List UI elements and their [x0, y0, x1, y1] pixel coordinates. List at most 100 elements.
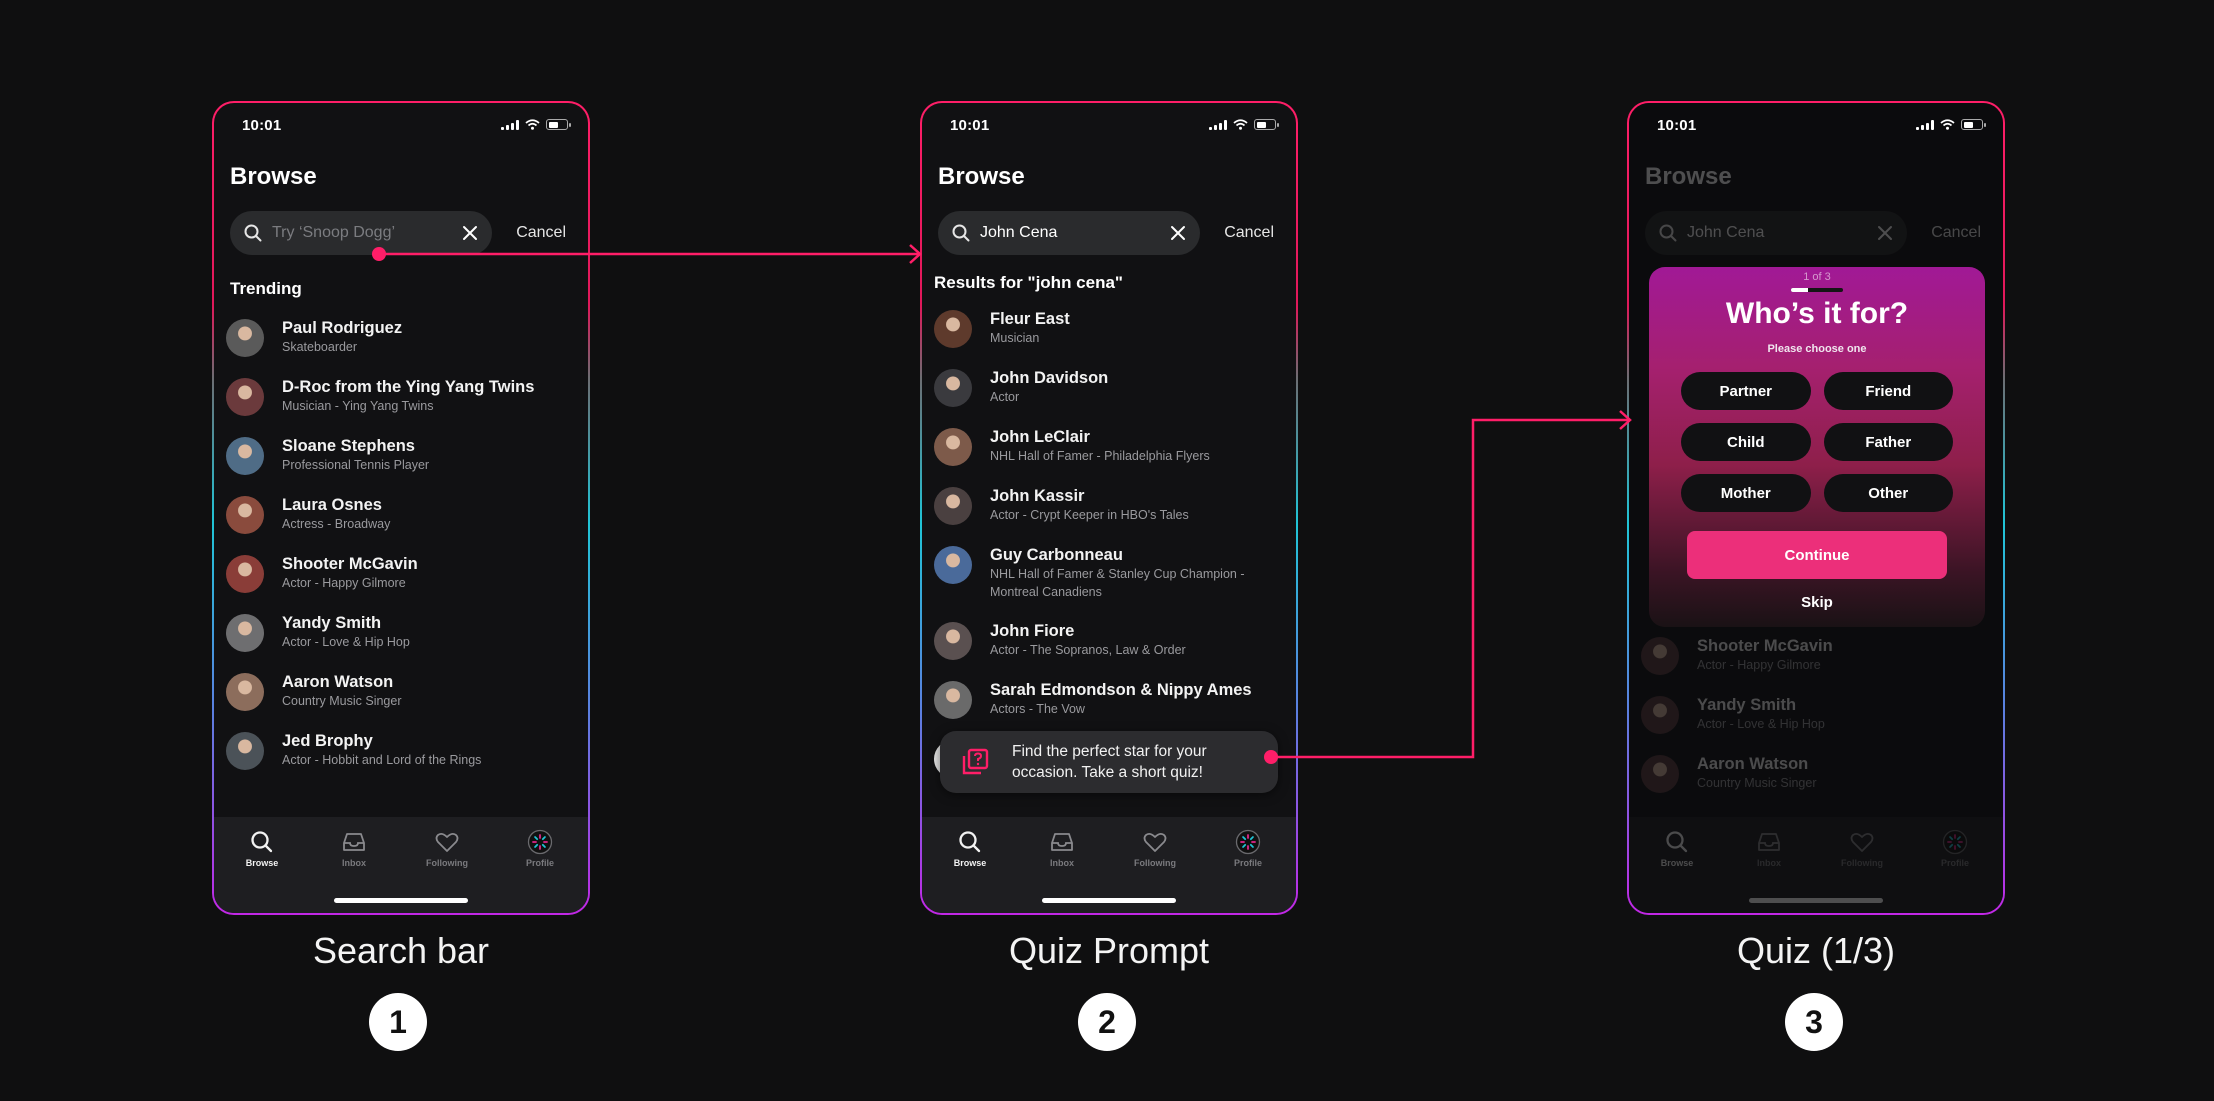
step-badge: 3: [1785, 993, 1843, 1051]
item-name: Aaron Watson: [282, 673, 394, 691]
quiz-subtitle: Please choose one: [1767, 343, 1867, 355]
item-name: John LeClair: [990, 428, 1090, 446]
search-value: John Cena: [980, 224, 1058, 241]
avatar: [226, 673, 264, 711]
status-bar: 10:01: [922, 103, 1296, 147]
search-input[interactable]: John Cena: [938, 211, 1200, 255]
item-subtitle: Actor - Crypt Keeper in HBO's Tales: [990, 508, 1189, 522]
avatar: [934, 310, 972, 348]
step-badge: 1: [369, 993, 427, 1051]
option-other[interactable]: Other: [1823, 474, 1953, 512]
option-partner[interactable]: Partner: [1681, 372, 1811, 410]
tab-inbox[interactable]: Inbox: [1022, 829, 1102, 868]
tab-label: Inbox: [342, 858, 366, 868]
screen-quiz-prompt: 10:01 Browse John Cena Cancel Results fo…: [920, 101, 1298, 915]
list-item[interactable]: D-Roc from the Ying Yang Twins Musician -…: [226, 377, 576, 436]
option-child[interactable]: Child: [1681, 423, 1811, 461]
tab-label: Profile: [1233, 858, 1262, 868]
skip-button[interactable]: Skip: [1649, 594, 1985, 611]
tab-browse[interactable]: Browse: [930, 829, 1010, 868]
avatar: [934, 546, 972, 584]
cancel-button[interactable]: Cancel: [1224, 224, 1274, 242]
tab-following[interactable]: Following: [1115, 829, 1195, 868]
avatar: [226, 732, 264, 770]
tab-label: Profile: [525, 858, 554, 868]
quiz-modal: 1 of 3 Who’s it for? Please choose one P…: [1649, 267, 1985, 627]
list-item[interactable]: John LeClair NHL Hall of Famer - Philadel…: [934, 427, 1284, 486]
list-item[interactable]: Guy Carbonneau NHL Hall of Famer & Stanle…: [934, 545, 1284, 621]
page-title: Browse: [230, 163, 317, 190]
caption: Quiz (1/3): [1736, 930, 1896, 971]
page-title: Browse: [938, 163, 1025, 190]
option-mother[interactable]: Mother: [1681, 474, 1811, 512]
list-item[interactable]: John Fiore Actor - The Sopranos, Law & Or…: [934, 621, 1284, 680]
item-subtitle: Musician - Ying Yang Twins: [282, 399, 434, 413]
status-time: 10:01: [242, 117, 282, 134]
item-name: Shooter McGavin: [282, 555, 418, 573]
phone-screen: Browse John Cena Cancel Shooter McGavinA…: [1629, 103, 2003, 913]
search-icon: [959, 831, 981, 853]
item-name: Fleur East: [990, 310, 1070, 328]
tab-profile[interactable]: Profile: [500, 829, 580, 868]
tab-profile[interactable]: Profile: [1208, 829, 1288, 868]
list-item[interactable]: Paul Rodriguez Skateboarder: [226, 318, 576, 377]
avatar: [226, 437, 264, 475]
wifi-icon: [1940, 119, 1955, 130]
search-placeholder: Try ‘Snoop Dogg’: [272, 224, 396, 241]
screen-search-bar: 10:01 Browse Try ‘Snoop Dogg’ Cancel Tre…: [212, 101, 590, 915]
search-row: Try ‘Snoop Dogg’ Cancel: [230, 211, 572, 255]
battery-icon: [1254, 119, 1279, 130]
tab-label: Inbox: [1050, 858, 1074, 868]
list-item[interactable]: John Kassir Actor - Crypt Keeper in HBO's…: [934, 486, 1284, 545]
tab-following[interactable]: Following: [407, 829, 487, 868]
avatar: [934, 487, 972, 525]
clear-search-icon[interactable]: [1170, 225, 1186, 241]
status-time: 10:01: [1657, 117, 1697, 134]
item-subtitle: Actor - Happy Gilmore: [282, 576, 406, 590]
quiz-prompt-tooltip[interactable]: Find the perfect star for your occasion.…: [940, 731, 1278, 793]
list-item[interactable]: Fleur East Musician: [934, 309, 1284, 368]
list-item[interactable]: Yandy Smith Actor - Love & Hip Hop: [226, 613, 576, 672]
avatar: [226, 496, 264, 534]
item-subtitle: Actors - The Vow: [990, 702, 1085, 716]
tab-browse[interactable]: Browse: [222, 829, 302, 868]
item-name: Sarah Edmondson & Nippy Ames: [990, 681, 1252, 699]
avatar: [226, 378, 264, 416]
phone-screen: 10:01 Browse Try ‘Snoop Dogg’ Cancel Tre…: [214, 103, 588, 913]
option-friend[interactable]: Friend: [1823, 372, 1953, 410]
item-subtitle: Actor: [990, 390, 1020, 404]
step-badge: 2: [1078, 993, 1136, 1051]
item-name: Sloane Stephens: [282, 437, 415, 455]
clear-search-icon[interactable]: [462, 225, 478, 241]
item-subtitle: Country Music Singer: [282, 694, 402, 708]
search-input[interactable]: Try ‘Snoop Dogg’: [230, 211, 492, 255]
option-father[interactable]: Father: [1823, 423, 1953, 461]
inbox-icon: [343, 833, 365, 851]
avatar: [226, 319, 264, 357]
avatar: [226, 614, 264, 652]
list-item[interactable]: Aaron Watson Country Music Singer: [226, 672, 576, 731]
list-item[interactable]: Laura Osnes Actress - Broadway: [226, 495, 576, 554]
signal-icon: [1209, 119, 1227, 130]
tab-label: Browse: [953, 858, 987, 868]
quiz-options: Partner Friend Child Father Mother Other: [1681, 372, 1953, 512]
quiz-progress-label: 1 of 3: [1803, 271, 1831, 283]
tab-inbox[interactable]: Inbox: [314, 829, 394, 868]
item-subtitle: NHL Hall of Famer & Stanley Cup Champion…: [990, 567, 1245, 599]
quiz-progress-fill: [1791, 288, 1809, 292]
tooltip-text: Find the perfect star for your occasion.…: [1012, 743, 1207, 781]
list-item[interactable]: Shooter McGavin Actor - Happy Gilmore: [226, 554, 576, 613]
list-item[interactable]: Jed Brophy Actor - Hobbit and Lord of the…: [226, 731, 576, 790]
quiz-icon: [962, 748, 989, 775]
item-name: Paul Rodriguez: [282, 319, 403, 337]
avatar: [934, 428, 972, 466]
list-item[interactable]: John Davidson Actor: [934, 368, 1284, 427]
item-name: Laura Osnes: [282, 496, 382, 514]
avatar: [226, 555, 264, 593]
heart-icon: [435, 832, 459, 852]
list-item[interactable]: Sloane Stephens Professional Tennis Playe…: [226, 436, 576, 495]
item-subtitle: Skateboarder: [282, 340, 358, 354]
cancel-button[interactable]: Cancel: [516, 224, 566, 242]
profile-icon: [1235, 829, 1261, 855]
continue-button[interactable]: Continue: [1687, 531, 1947, 579]
